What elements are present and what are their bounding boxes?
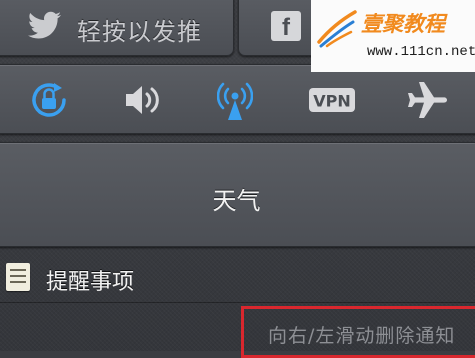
watermark-swoosh-icon — [317, 10, 357, 48]
weather-title: 天气 — [212, 187, 261, 215]
facebook-icon: f — [271, 11, 301, 41]
watermark-brand: 壹聚教程 — [361, 12, 445, 36]
watermark-url: www.111cn.net — [367, 44, 475, 60]
quick-toggles-bar: VPN — [0, 64, 475, 134]
twitter-bird-icon — [27, 11, 61, 39]
airplane-icon[interactable] — [407, 78, 451, 122]
vpn-text: VPN — [313, 92, 351, 111]
divider — [0, 302, 475, 303]
rotation-lock-icon[interactable] — [26, 78, 72, 122]
speaker-icon[interactable] — [122, 78, 164, 122]
tweet-button[interactable]: 轻按以发推 — [0, 0, 234, 56]
reminders-header[interactable]: 提醒事项 — [0, 256, 475, 302]
reminders-label: 提醒事项 — [46, 270, 135, 295]
antenna-icon[interactable] — [217, 78, 253, 122]
site-watermark: 壹聚教程 www.111cn.net — [311, 0, 475, 72]
vpn-icon[interactable]: VPN — [307, 78, 357, 122]
swipe-hint-box: 向右/左滑动删除通知 — [241, 306, 475, 358]
reminders-list-icon — [6, 263, 30, 291]
swipe-hint-text: 向右/左滑动删除通知 — [268, 325, 456, 347]
weather-widget[interactable]: 天气 — [0, 142, 475, 247]
tweet-label: 轻按以发推 — [77, 18, 202, 46]
